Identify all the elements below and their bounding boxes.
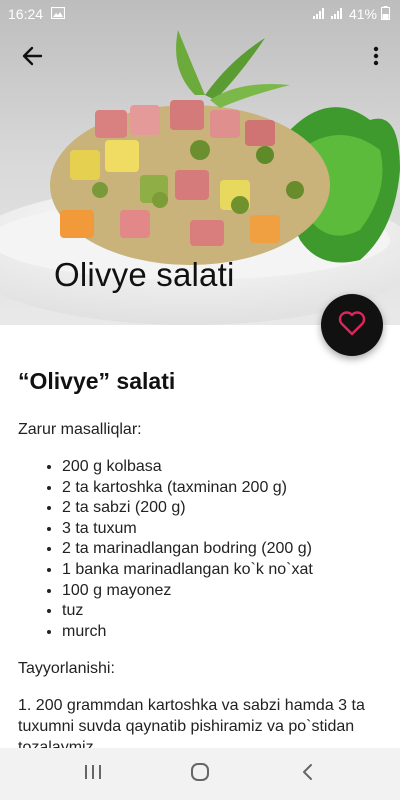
signal-icon	[312, 6, 327, 22]
preparation-step: 1. 200 grammdan kartoshka va sabzi hamda…	[18, 697, 365, 748]
hero-title: Olivye salati	[54, 256, 235, 293]
list-item: murch	[62, 622, 382, 643]
status-bar: 16:24 41%	[0, 0, 400, 28]
list-item: 2 ta sabzi (200 g)	[62, 498, 382, 519]
battery-icon	[381, 5, 390, 23]
overflow-menu-button[interactable]	[358, 40, 394, 76]
more-vert-icon	[373, 46, 379, 71]
system-navigation-bar	[0, 748, 400, 800]
list-item: 100 g mayonez	[62, 581, 382, 602]
favorite-button[interactable]	[321, 294, 383, 356]
status-time: 16:24	[8, 6, 44, 22]
ingredients-label: Zarur masalliqlar:	[18, 421, 142, 438]
list-item: 3 ta tuxum	[62, 519, 382, 540]
arrow-left-icon	[21, 45, 43, 72]
preparation-label: Tayyorlanishi:	[18, 660, 115, 678]
heart-outline-icon	[338, 310, 366, 341]
home-button[interactable]	[180, 754, 220, 794]
home-icon	[190, 762, 210, 787]
recents-icon	[84, 764, 102, 785]
back-chevron-icon	[300, 763, 314, 786]
system-back-button[interactable]	[287, 754, 327, 794]
battery-percent: 41%	[348, 6, 377, 22]
recents-button[interactable]	[73, 754, 113, 794]
list-item: tuz	[62, 601, 382, 622]
list-item: 2 ta kartoshka (taxminan 200 g)	[62, 478, 382, 499]
gallery-notification-icon	[50, 6, 66, 22]
back-button[interactable]	[14, 40, 50, 76]
list-item: 1 banka marinadlangan ko`k no`xat	[62, 560, 382, 581]
signal-icon	[330, 6, 345, 22]
ingredients-list: 200 g kolbasa 2 ta kartoshka (taxminan 2…	[18, 457, 382, 642]
list-item: 200 g kolbasa	[62, 457, 382, 478]
list-item: 2 ta marinadlangan bodring (200 g)	[62, 539, 382, 560]
recipe-content[interactable]: “Olivye” salati Zarur masalliqlar: 200 g…	[0, 325, 400, 748]
recipe-title: “Olivye” salati	[18, 368, 176, 394]
